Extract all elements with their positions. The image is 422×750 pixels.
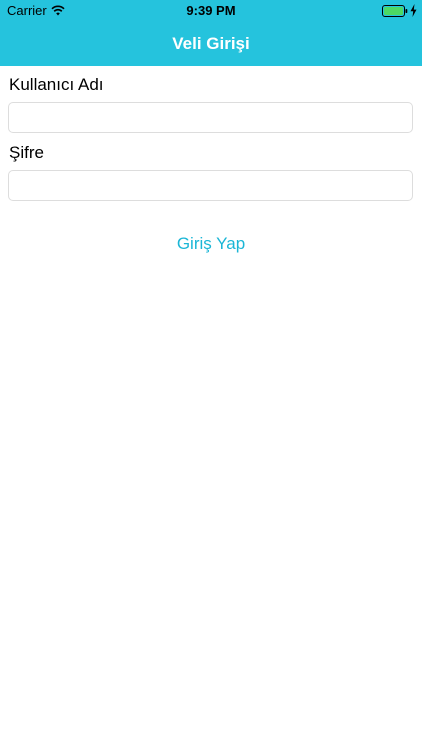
- username-field[interactable]: [8, 102, 413, 133]
- username-label: Kullanıcı Adı: [9, 75, 104, 94]
- status-time: 9:39 PM: [186, 3, 236, 18]
- password-label: Şifre: [9, 143, 44, 162]
- battery-icon: [382, 5, 408, 17]
- login-screen: Carrier 9:39 PM Veli Girişi Kullanıcı Ad…: [0, 0, 422, 750]
- status-bar: Carrier 9:39 PM: [0, 0, 422, 22]
- nav-title: Veli Girişi: [172, 34, 250, 53]
- header-bar: Carrier 9:39 PM Veli Girişi: [0, 0, 422, 66]
- login-button[interactable]: Giriş Yap: [0, 232, 422, 256]
- bolt-icon: [410, 4, 417, 17]
- password-field[interactable]: [8, 170, 413, 201]
